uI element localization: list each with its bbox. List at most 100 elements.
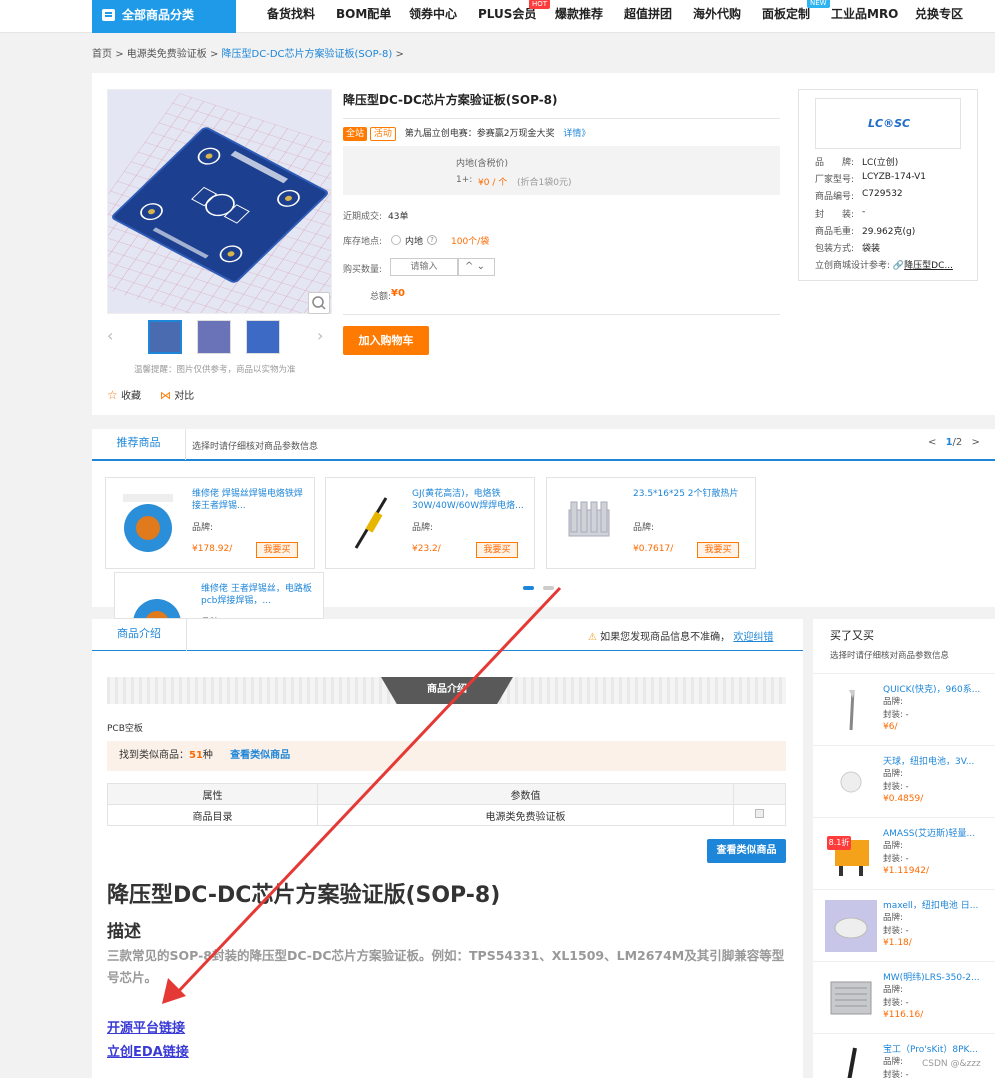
compare-label: 对比: [174, 391, 195, 402]
nav-item-stock[interactable]: 备货找料: [267, 0, 315, 33]
qty-input[interactable]: [390, 258, 458, 276]
card-name[interactable]: GJ(黄花高洁)，电烙铁30W/40W/60W焊焊电烙...: [412, 488, 530, 512]
stock-radio[interactable]: [391, 235, 401, 245]
help-icon[interactable]: ?: [427, 235, 437, 245]
nav-item-hot[interactable]: 爆款推荐: [555, 0, 603, 33]
similar-count: 51: [189, 750, 203, 761]
item-name[interactable]: 天球，纽扣电池，3V...: [883, 754, 991, 767]
recommend-card[interactable]: 维修佬 焊锡丝焊锡电烙铁焊接王者焊锡... 品牌: ¥178.92/ 我要买: [105, 477, 315, 569]
price-value: ¥0 / 个: [478, 178, 508, 188]
card-name[interactable]: 23.5*16*25 2个钉散热片: [633, 488, 751, 500]
price-header: 内地(含税价): [456, 159, 509, 169]
product-thumb: [559, 490, 619, 556]
breadcrumb-category[interactable]: 电源类免费验证板: [127, 49, 207, 60]
watermark: CSDN @&zzz: [922, 1059, 981, 1069]
design-ref-link[interactable]: 降压型DC...: [904, 261, 953, 271]
recommend-hint: 选择时请仔细核对商品参数信息: [192, 442, 319, 452]
item-brand: 品牌:: [883, 841, 903, 851]
item-brand: 品牌:: [883, 1057, 903, 1067]
attr-header: 属性: [107, 783, 318, 805]
breadcrumb-sep: >: [395, 49, 404, 60]
thumbnail-2[interactable]: [197, 320, 231, 354]
also-bought-item[interactable]: QUICK(快克)，960系... 品牌: 封装: - ¥6/: [813, 673, 995, 745]
spec-design-ref: 立创商城设计参考: 🔗降压型DC...: [815, 261, 953, 271]
nav-item-coupon[interactable]: 领券中心: [409, 0, 457, 33]
recent-label: 近期成交:: [343, 212, 383, 222]
also-bought-item[interactable]: MW(明纬)LRS-350-2... 品牌: 封装: - ¥116.16/: [813, 961, 995, 1033]
thumb-next-icon[interactable]: ›: [317, 326, 323, 345]
also-bought-item[interactable]: 宝工（Pro'sKit）8PK... 品牌: 封装: -: [813, 1033, 995, 1078]
divider: [343, 314, 780, 315]
carousel-dot[interactable]: [543, 586, 554, 590]
compare-button[interactable]: ⋈ 对比: [160, 387, 194, 402]
item-price: ¥6/: [883, 722, 898, 732]
promo-detail-link[interactable]: 详情》: [563, 129, 590, 139]
chevron-down-icon[interactable]: ⌄: [477, 261, 485, 272]
nav-item-group[interactable]: 超值拼团: [624, 0, 672, 33]
favorite-label: 收藏: [120, 391, 141, 402]
card-name[interactable]: 维修佬 焊锡丝焊锡电烙铁焊接王者焊锡...: [192, 488, 310, 512]
attr-cell: 商品目录: [107, 804, 318, 826]
divider: [343, 118, 780, 119]
check-cell[interactable]: [733, 804, 786, 826]
thumbnail-3[interactable]: [246, 320, 280, 354]
nav-item-bom[interactable]: BOM配单: [336, 0, 391, 33]
carousel-dot-active[interactable]: [523, 586, 534, 590]
breadcrumb-current[interactable]: 降压型DC-DC芯片方案验证板(SOP-8): [222, 49, 393, 60]
nav-item-overseas[interactable]: 海外代购: [693, 0, 741, 33]
recommend-card[interactable]: GJ(黄花高洁)，电烙铁30W/40W/60W焊焊电烙... 品牌: ¥23.2…: [325, 477, 535, 569]
tab-intro[interactable]: 商品介绍: [92, 619, 187, 651]
product-thumb: [825, 756, 877, 808]
similar-link[interactable]: 查看类似商品: [230, 750, 290, 761]
breadcrumb-home[interactable]: 首页: [92, 49, 112, 60]
also-bought-item[interactable]: maxell，纽扣电池 日... 品牌: 封装: - ¥1.18/: [813, 889, 995, 961]
nav-item-exchange[interactable]: 兑换专区: [915, 0, 963, 33]
view-similar-button[interactable]: 查看类似商品: [707, 839, 786, 863]
item-name[interactable]: QUICK(快克)，960系...: [883, 682, 991, 695]
card-brand: 品牌:: [633, 523, 655, 533]
similar-label: 找到类似商品：: [119, 750, 189, 761]
item-name[interactable]: maxell，纽扣电池 日...: [883, 898, 991, 911]
up-icon[interactable]: ^: [465, 261, 473, 272]
also-bought-item[interactable]: 8.1折 AMASS(艾迈斯)轻量... 品牌: 封装: - ¥1.11942/: [813, 817, 995, 889]
buy-button[interactable]: 我要买: [256, 542, 298, 558]
product-thumb: [825, 1044, 877, 1078]
tab-recommend[interactable]: 推荐商品: [92, 429, 186, 460]
thumbnail-1[interactable]: [148, 320, 182, 354]
star-icon: ☆: [107, 388, 118, 402]
pager-prev[interactable]: <: [928, 437, 936, 448]
report-error-link[interactable]: 欢迎纠错: [733, 632, 773, 643]
product-thumb: [338, 490, 398, 556]
nav-item-panel[interactable]: 面板定制: [762, 0, 810, 33]
item-name[interactable]: 宝工（Pro'sKit）8PK...: [883, 1042, 991, 1055]
price-qty: 1+:: [456, 175, 473, 185]
buy-button[interactable]: 我要买: [697, 542, 739, 558]
open-platform-link[interactable]: 开源平台链接: [107, 1017, 185, 1036]
nav-item-plus[interactable]: PLUS会员: [478, 0, 536, 33]
also-bought-item[interactable]: 天球，纽扣电池，3V... 品牌: 封装: - ¥0.4859/: [813, 745, 995, 817]
all-categories-label: 全部商品分类: [122, 8, 195, 22]
card-name[interactable]: 维修佬 王者焊锡丝，电路板pcb焊接焊锡，...: [201, 583, 319, 607]
total-label: 总额:: [370, 292, 392, 302]
pager-next[interactable]: >: [971, 437, 979, 448]
buy-button[interactable]: 我要买: [476, 542, 518, 558]
favorite-button[interactable]: ☆ 收藏: [107, 387, 141, 402]
similar-unit: 种: [202, 750, 213, 761]
qty-stepper[interactable]: ^ ⌄: [458, 258, 495, 276]
promo-row: 全站 活动 第九届立创电赛：参赛赢2万现金大奖 详情》: [343, 126, 590, 141]
promo-text: 第九届立创电赛：参赛赢2万现金大奖: [404, 129, 555, 139]
eda-link[interactable]: 立创EDA链接: [107, 1041, 189, 1060]
thumb-prev-icon[interactable]: ‹: [107, 326, 113, 345]
value-header: 参数值: [317, 783, 734, 805]
recommend-card[interactable]: 23.5*16*25 2个钉散热片 品牌: ¥0.7617/ 我要买: [546, 477, 756, 569]
recommend-card[interactable]: 维修佬 王者焊锡丝，电路板pcb焊接焊锡，... 品牌:: [114, 572, 324, 619]
item-name[interactable]: AMASS(艾迈斯)轻量...: [883, 826, 991, 839]
add-to-cart-button[interactable]: 加入购物车: [343, 326, 429, 355]
menu-icon: [102, 9, 115, 21]
nav-item-mro[interactable]: 工业品MRO: [831, 0, 898, 33]
top-nav: 全部商品分类 备货找料 BOM配单 领券中心 PLUS会员 HOT 爆款推荐 超…: [0, 0, 995, 33]
zoom-button[interactable]: [308, 292, 330, 314]
all-categories-button[interactable]: 全部商品分类: [92, 0, 236, 33]
item-name[interactable]: MW(明纬)LRS-350-2...: [883, 970, 991, 983]
product-thumb: [825, 684, 877, 736]
